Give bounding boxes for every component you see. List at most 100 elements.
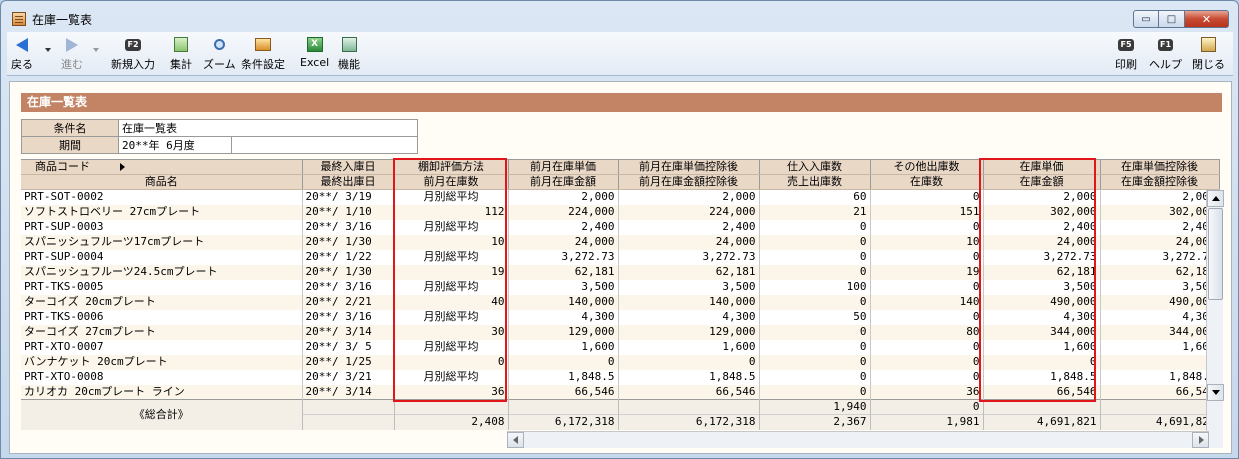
back-button[interactable]: 戻る <box>11 36 33 74</box>
scroll-left-icon[interactable] <box>507 432 524 448</box>
expand-arrow-icon[interactable] <box>120 163 125 171</box>
cell-name: ターコイズ 27cmプレート <box>21 324 303 340</box>
table-row-sub[interactable]: ソフトストロベリー 27cmプレート 20**/ 1/10 112 224,000 22… <box>21 204 1220 220</box>
cell-prev-price-net: 1,848.5 <box>618 369 760 385</box>
table-row-sub[interactable]: バンナケット 20cmプレート20**/ 1/250000000 <box>21 354 1220 370</box>
excel-button[interactable]: X Excel <box>300 36 329 74</box>
col-unit-price[interactable]: 在庫単価 <box>983 159 1101 175</box>
cell-price: 1,600 <box>983 339 1101 355</box>
close-window-button[interactable]: ✕ <box>1185 10 1229 28</box>
col-last-out-date[interactable]: 最終出庫日 <box>302 174 395 190</box>
forward-dropdown-icon[interactable] <box>93 48 99 52</box>
cell-method: 月別総平均 <box>394 219 509 235</box>
cell-name: ターコイズ 20cmプレート <box>21 294 303 310</box>
cell-code: PRT-XTO-0007 <box>21 339 303 355</box>
table-row[interactable]: PRT-SUP-0003 20**/ 3/16 月別総平均 2,400 2,400 0 0 2… <box>21 219 1220 235</box>
cell-amount-net: 490,000 <box>1100 294 1220 310</box>
conditions-button[interactable]: 条件設定 <box>241 36 285 74</box>
vertical-scrollbar[interactable] <box>1206 190 1224 401</box>
col-prev-stock-qty[interactable]: 前月在庫数 <box>394 174 509 190</box>
table-row-sub[interactable]: カリオカ 20cmプレート ライン 20**/ 3/14 36 66,546 66,54… <box>21 384 1220 400</box>
cell-in-date: 20**/ 3/19 <box>302 189 395 205</box>
cell-purchase-qty: 0 <box>759 369 871 385</box>
col-unit-price-net[interactable]: 在庫単価控除後 <box>1100 159 1220 175</box>
help-button[interactable]: F1 ヘルプ <box>1149 36 1182 74</box>
scroll-right-icon[interactable] <box>1192 432 1209 448</box>
zoom-icon <box>213 39 225 50</box>
col-prev-unit-price-net[interactable]: 前月在庫単価控除後 <box>618 159 760 175</box>
cell-stock-qty: 0 <box>870 354 984 370</box>
scroll-up-icon[interactable] <box>1207 190 1224 207</box>
table-row[interactable]: PRT-SOT-0002 20**/ 3/19 月別総平均 2,000 2,000 60 0… <box>21 189 1220 205</box>
total-prev-amount-net: 6,172,318 <box>618 414 760 430</box>
exit-icon <box>1201 37 1216 52</box>
functions-button[interactable]: 機能 <box>338 36 360 74</box>
cell-prev-amount-net: 224,000 <box>618 204 760 220</box>
table-row[interactable]: PRT-TKS-0006 20**/ 3/16 月別総平均 4,300 4,300 50 0… <box>21 309 1220 325</box>
cell-other-out: 0 <box>870 369 984 385</box>
cell-out-date: 20**/ 1/30 <box>302 234 395 250</box>
horizontal-scrollbar[interactable] <box>507 431 1209 448</box>
window-title: 在庫一覧表 <box>32 13 93 27</box>
col-purchase-qty[interactable]: 仕入入庫数 <box>759 159 871 175</box>
cell-method: 月別総平均 <box>394 369 509 385</box>
cell-purchase-qty: 0 <box>759 339 871 355</box>
cell-other-out: 0 <box>870 219 984 235</box>
cell-prev-price: 2,400 <box>508 219 619 235</box>
arrow-right-icon <box>66 37 78 52</box>
col-stock-qty[interactable]: 在庫数 <box>870 174 984 190</box>
zoom-button[interactable]: ズーム <box>203 36 236 74</box>
cell-price: 3,272.73 <box>983 249 1101 265</box>
cell-name: スパニッシュフルーツ24.5cmプレート <box>21 264 303 280</box>
cell-amount-net: 344,000 <box>1100 324 1220 340</box>
col-prev-stock-amount-net[interactable]: 前月在庫金額控除後 <box>618 174 760 190</box>
col-product-name[interactable]: 商品名 <box>21 174 303 190</box>
cell-prev-price-net: 3,272.73 <box>618 249 760 265</box>
cell-prev-amount-net: 129,000 <box>618 324 760 340</box>
cell-purchase-qty: 0 <box>759 249 871 265</box>
cell-price-net: 3,500 <box>1100 279 1220 295</box>
cell-purchase-qty: 0 <box>759 219 871 235</box>
table-row[interactable]: PRT-XTO-0007 20**/ 3/ 5 月別総平均 1,600 1,600 0 0 1… <box>21 339 1220 355</box>
table-row[interactable]: PRT-XTO-0008 20**/ 3/21 月別総平均 1,848.5 1,848.… <box>21 369 1220 385</box>
col-stock-amount[interactable]: 在庫金額 <box>983 174 1101 190</box>
cell-prev-price: 3,272.73 <box>508 249 619 265</box>
col-prev-unit-price[interactable]: 前月在庫単価 <box>508 159 619 175</box>
forward-button[interactable]: 進む <box>61 36 83 74</box>
col-sales-qty[interactable]: 売上出庫数 <box>759 174 871 190</box>
conditions-table: 条件名 在庫一覧表 期間 20**年 6月度 <box>21 119 418 154</box>
cell-in-date: 20**/ 3/ 5 <box>302 339 395 355</box>
cell-name: カリオカ 20cmプレート ライン <box>21 384 303 400</box>
table-row-sub[interactable]: ターコイズ 27cmプレート 20**/ 3/14 30 129,000 129,000… <box>21 324 1220 340</box>
cell-stock-qty: 80 <box>870 324 984 340</box>
cell-code: PRT-SUP-0003 <box>21 219 303 235</box>
cell-price-net: 4,300 <box>1100 309 1220 325</box>
col-prev-stock-amount[interactable]: 前月在庫金額 <box>508 174 619 190</box>
table-row-sub[interactable]: スパニッシュフルーツ17cmプレート 20**/ 1/30 10 24,000 24,0… <box>21 234 1220 250</box>
print-button[interactable]: F5 印刷 <box>1115 36 1137 74</box>
inventory-list-icon <box>12 12 26 26</box>
cell-amount: 344,000 <box>983 324 1101 340</box>
cell-amount: 490,000 <box>983 294 1101 310</box>
minimize-button[interactable]: ▭ <box>1133 10 1159 28</box>
col-stock-amount-net[interactable]: 在庫金額控除後 <box>1100 174 1220 190</box>
col-valuation-method[interactable]: 棚卸評価方法 <box>394 159 509 175</box>
arrow-left-icon <box>16 37 28 52</box>
maximize-button[interactable]: □ <box>1159 10 1185 28</box>
table-row[interactable]: PRT-SUP-0004 20**/ 1/22 月別総平均 3,272.73 3,272… <box>21 249 1220 265</box>
col-other-out-qty[interactable]: その他出庫数 <box>870 159 984 175</box>
table-row-sub[interactable]: スパニッシュフルーツ24.5cmプレート 20**/ 1/30 19 62,181 62… <box>21 264 1220 280</box>
total-empty-cell <box>618 399 760 415</box>
col-last-in-date[interactable]: 最終入庫日 <box>302 159 395 175</box>
new-entry-button[interactable]: F2 新規入力 <box>111 36 155 74</box>
cell-amount: 302,000 <box>983 204 1101 220</box>
back-dropdown-icon[interactable] <box>45 48 51 52</box>
cell-prev-amount-net: 24,000 <box>618 234 760 250</box>
scroll-thumb[interactable] <box>1208 208 1223 300</box>
col-product-code[interactable]: 商品コード <box>21 159 303 175</box>
scroll-down-icon[interactable] <box>1207 384 1224 401</box>
table-row-sub[interactable]: ターコイズ 20cmプレート 20**/ 2/21 40 140,000 140,000… <box>21 294 1220 310</box>
aggregate-button[interactable]: 集計 <box>170 36 192 74</box>
close-button[interactable]: 閉じる <box>1192 36 1225 74</box>
table-row[interactable]: PRT-TKS-0005 20**/ 3/16 月別総平均 3,500 3,500 100… <box>21 279 1220 295</box>
